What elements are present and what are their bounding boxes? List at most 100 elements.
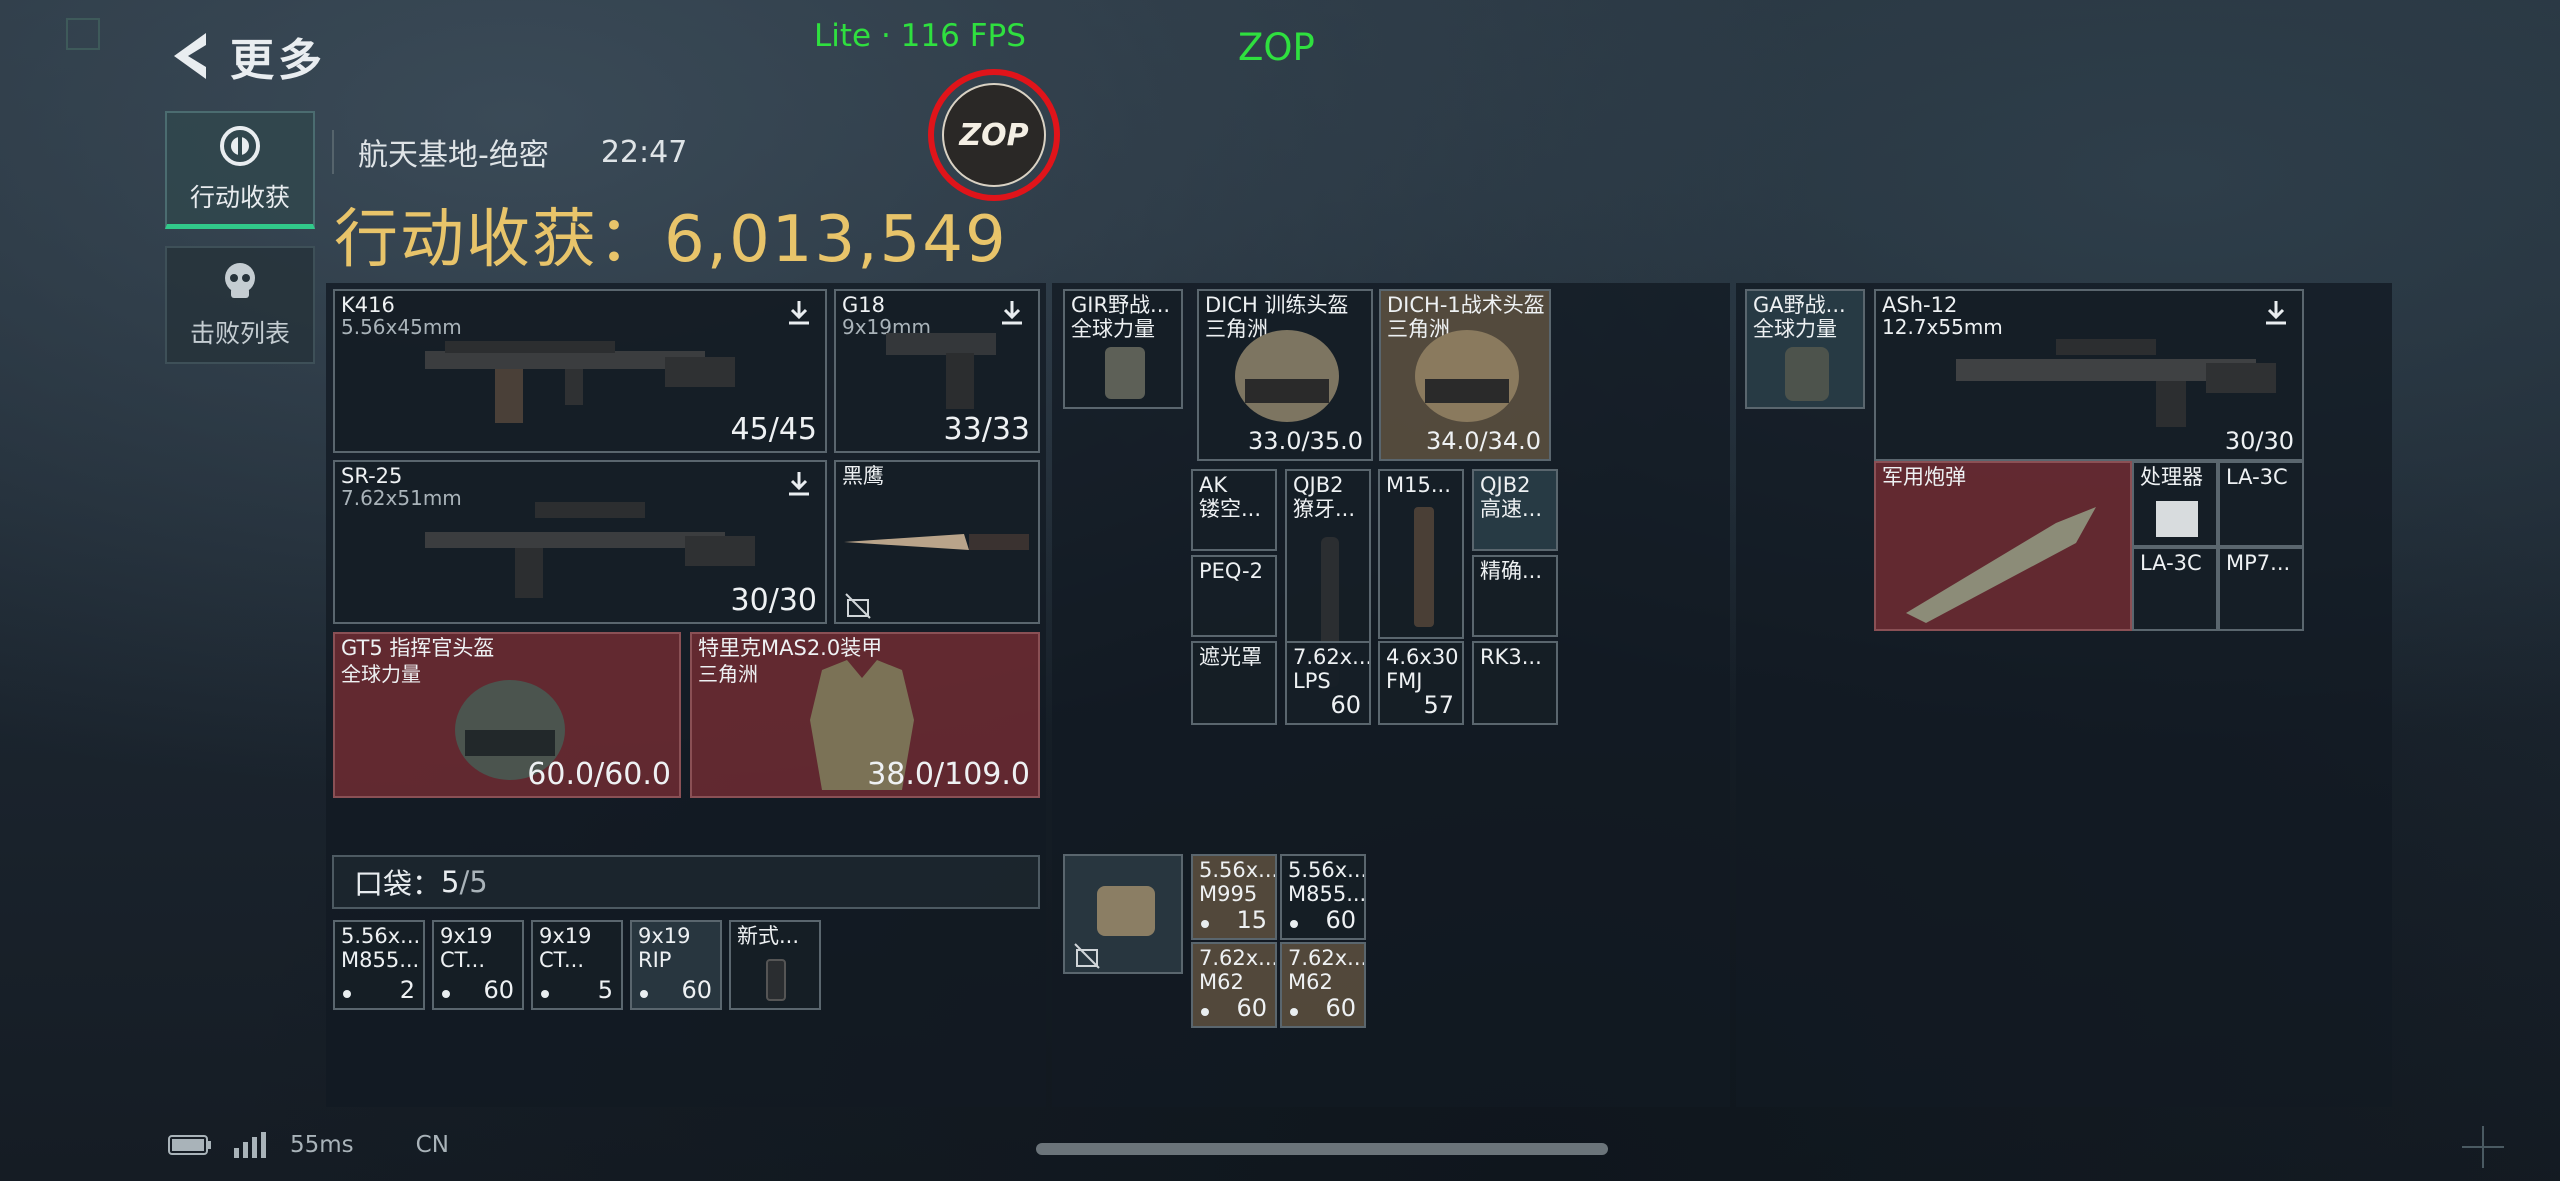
item-name: AK [1199,473,1228,497]
item-name: 9x19 [539,924,592,948]
rig-grid-item[interactable]: 精确... [1472,555,1558,637]
rig-grid-item[interactable]: 7.62x... LPS 60 [1285,641,1371,725]
loot-label: 行动收获： [334,203,664,277]
item-subname: M855... [1288,882,1366,906]
tab-kills[interactable]: 击败列表 [165,246,315,364]
item-name: DICH-1战术头盔 [1387,293,1545,317]
item-subname: 高速... [1480,497,1543,521]
item-name: RK3... [1480,645,1542,669]
secure-case-slot[interactable] [1063,854,1183,974]
helmet-durability: 60.0/60.0 [527,757,671,792]
pocket-item[interactable]: 新式... [729,920,821,1010]
item-subname: CT... [440,948,486,972]
item-name: 7.62x... [1199,946,1277,970]
rig-grid-item[interactable]: QJB2 高速... [1472,469,1558,551]
rig-name: GIR野战... [1071,293,1171,317]
weapon-ammo: 33/33 [943,412,1030,447]
secondary-weapon-slot[interactable]: SR-25 7.62x51mm 30/30 [333,460,827,624]
item-name: 处理器 [2140,465,2203,489]
shell-icon [1906,507,2096,623]
battery-icon [168,1135,211,1155]
helmet-slot[interactable]: GT5 指挥官头盔 全球力量 60.0/60.0 [333,632,681,798]
rifle-icon [425,341,735,423]
item-subname: CT... [539,948,585,972]
pocket-item[interactable]: 9x19 RIP 60 [630,920,722,1010]
item-qty: 57 [1423,691,1454,719]
ammo-dot [442,990,450,998]
item-name: 5.56x... [1288,858,1366,882]
rig-grid-item[interactable]: AK 镂空... [1191,469,1277,551]
rig-helmet-slot[interactable]: DICH 训练头盔 三角洲 33.0/35.0 [1197,289,1373,461]
pistol-icon [886,333,996,409]
case-ammo-item[interactable]: 5.56x... M995 15 [1191,854,1277,940]
item-qty: 60 [1325,906,1356,934]
item-qty: 15 [1236,906,1267,934]
backpack-item[interactable]: LA-3C [2218,461,2304,547]
pocket-label: 口袋： [354,867,442,901]
helmet-tag: 全球力量 [341,662,421,686]
weapon-name: SR-25 [341,464,403,488]
ammo-dot [640,990,648,998]
map-name: 航天基地-绝密 [358,138,549,173]
download-icon[interactable] [783,297,815,329]
backpack-item[interactable]: 军用炮弹 [1874,461,2132,631]
eye-emblem-icon [220,125,260,166]
backpack-slot[interactable]: GA野战... 全球力量 [1745,289,1865,409]
rig-grid-item[interactable]: RK3... [1472,641,1558,725]
item-subname: M62 [1288,970,1333,994]
case-ammo-item[interactable]: 5.56x... M855... 60 [1280,854,1366,940]
download-icon[interactable] [783,468,815,500]
fps-counter: Lite · 116 FPS [814,18,1026,54]
back-button[interactable]: 更多 [166,24,326,88]
ammo-dot [1201,920,1209,928]
armor-name: 特里克MAS2.0装甲 [698,636,883,660]
item-name: 遮光罩 [1199,645,1262,669]
sidearm-slot[interactable]: G18 9x19mm 33/33 [834,289,1040,453]
backpack-item[interactable]: LA-3C [2132,547,2218,631]
overlay-label: ZOP [1238,26,1315,69]
backpack-item[interactable]: MP7... [2218,547,2304,631]
scope-icon [1414,507,1434,627]
rig-grid-item[interactable]: 4.6x30 FMJ 57 [1378,641,1464,725]
armor-durability: 38.0/109.0 [867,757,1030,792]
item-name: 5.56x... [1199,858,1277,882]
weapon-ammo: 30/30 [2224,427,2294,455]
primary-weapon-slot[interactable]: K416 5.56x45mm 45/45 [333,289,827,453]
item-name: 新式... [737,924,800,948]
item-subname: 獠牙... [1293,497,1356,521]
back-arrow-icon [174,33,206,79]
ammo-dot [1201,1008,1209,1016]
backpack-weapon-slot[interactable]: ASh-12 12.7x55mm 30/30 [1874,289,2304,461]
chest-rig-slot[interactable]: GIR野战... 全球力量 [1063,289,1183,409]
item-name: 精确... [1480,559,1543,583]
rig-icon [1105,347,1145,399]
ping-value: 55ms [290,1132,354,1158]
case-icon [1097,886,1155,936]
rig-grid-item[interactable]: 遮光罩 [1191,641,1277,725]
rig-grid-item[interactable]: M15... [1378,469,1464,639]
pocket-count: 5 [441,865,460,899]
corner-frame [66,18,100,50]
item-name: MP7... [2226,551,2291,575]
item-subname: M995 [1199,882,1258,906]
case-ammo-item[interactable]: 7.62x... M62 60 [1280,942,1366,1028]
case-ammo-item[interactable]: 7.62x... M62 60 [1191,942,1277,1028]
item-subname: M62 [1199,970,1244,994]
item-qty: 60 [681,976,712,1004]
helmet-icon [1235,330,1339,422]
pocket-item[interactable]: 9x19 CT... 5 [531,920,623,1010]
rig-grid-item[interactable]: PEQ-2 [1191,555,1277,637]
rifle-icon [1956,339,2276,427]
item-qty: 60 [1330,691,1361,719]
rig-helmet-slot[interactable]: DICH-1战术头盔 三角洲 34.0/34.0 [1379,289,1551,461]
pocket-item[interactable]: 5.56x... M855... 2 [333,920,425,1010]
melee-slot[interactable]: 黑鹰 [834,460,1040,624]
item-name: 军用炮弹 [1882,465,1966,489]
pocket-item[interactable]: 9x19 CT... 60 [432,920,524,1010]
armor-slot[interactable]: 特里克MAS2.0装甲 三角洲 38.0/109.0 [690,632,1040,798]
zop-badge[interactable]: ZOP [928,69,1060,201]
magazine-icon [766,959,786,1001]
home-indicator[interactable] [1036,1143,1608,1155]
backpack-item[interactable]: 处理器 [2132,461,2218,547]
tab-loot[interactable]: 行动收获 [165,111,315,229]
